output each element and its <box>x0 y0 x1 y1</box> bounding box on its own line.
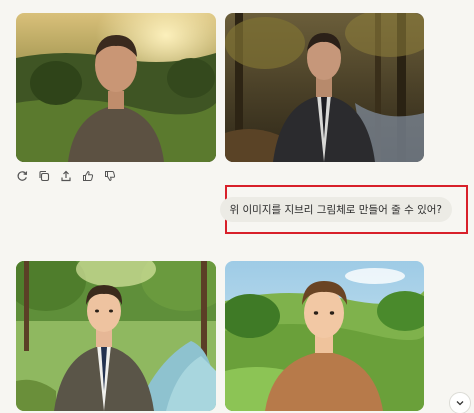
share-icon[interactable] <box>59 169 73 183</box>
highlighted-user-message: 위 이미지를 지브리 그림체로 만들어 줄 수 있어? <box>219 185 468 234</box>
response-image-2[interactable] <box>225 13 424 162</box>
response-image-1[interactable] <box>16 13 216 162</box>
generated-image-2[interactable] <box>225 261 424 411</box>
user-message-bubble: 위 이미지를 지브리 그림체로 만들어 줄 수 있어? <box>219 197 452 222</box>
refresh-icon[interactable] <box>15 169 29 183</box>
generated-image-1[interactable] <box>16 261 216 411</box>
thumbs-up-icon[interactable] <box>81 169 95 183</box>
thumbs-down-icon[interactable] <box>103 169 117 183</box>
copy-icon[interactable] <box>37 169 51 183</box>
scroll-down-button[interactable] <box>449 392 471 413</box>
message-actions <box>15 169 117 183</box>
chevron-down-icon <box>456 401 464 406</box>
